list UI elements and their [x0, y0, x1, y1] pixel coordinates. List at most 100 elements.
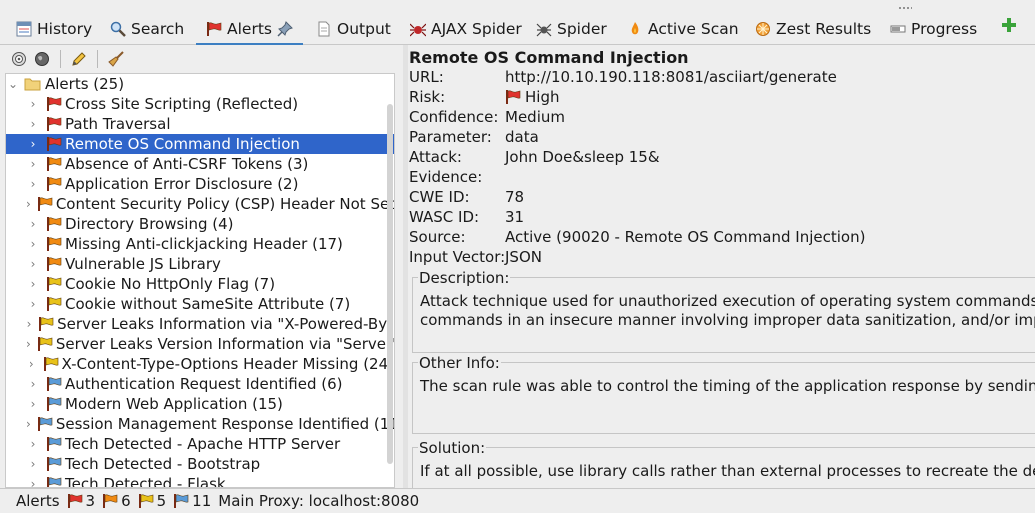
tree-root[interactable]: ⌄ Alerts (25) [6, 74, 394, 94]
detail-field-value: http://10.10.190.118:8081/asciiart/gener… [505, 68, 837, 86]
alert-tree-item[interactable]: › Cookie without SameSite Attribute (7) [6, 294, 394, 314]
tree-scrollbar[interactable] [387, 104, 393, 464]
chevron-right-icon[interactable]: › [26, 177, 40, 191]
spider-icon [536, 21, 552, 37]
tab-history[interactable]: History [16, 18, 92, 40]
detail-field: Evidence: [409, 167, 505, 187]
pin-icon[interactable] [277, 21, 293, 37]
medium-risk-flag-icon [46, 257, 62, 271]
chevron-right-icon[interactable]: › [26, 337, 31, 351]
alert-tree-item-label: Authentication Request Identified (6) [65, 375, 343, 393]
chevron-down-icon[interactable]: ⌄ [6, 77, 20, 91]
chevron-right-icon[interactable]: › [26, 277, 40, 291]
chevron-right-icon[interactable]: › [26, 477, 40, 487]
chevron-right-icon[interactable]: › [26, 197, 31, 211]
alert-tree-item[interactable]: › Server Leaks Information via "X-Powered… [6, 314, 394, 334]
detail-section-solution: Solution: If at all possible, use library… [412, 439, 1035, 488]
section-text: Attack technique used for unauthorized e… [420, 292, 1035, 329]
alert-tree-item[interactable]: › Modern Web Application (15) [6, 394, 394, 414]
alert-tree-item[interactable]: › Tech Detected - Bootstrap [6, 454, 394, 474]
output-icon [316, 21, 332, 37]
alert-tree-item[interactable]: › Tech Detected - Flask [6, 474, 394, 487]
globe-icon[interactable] [33, 50, 51, 68]
medium-risk-flag-icon [46, 177, 62, 191]
detail-field-value-wrap: John Doe&sleep 15& [505, 148, 660, 166]
medium-risk-flag-icon [46, 157, 62, 171]
broom-icon[interactable] [107, 50, 125, 68]
alert-tree-item-label: Missing Anti-clickjacking Header (17) [65, 235, 343, 253]
target-icon[interactable] [10, 50, 28, 68]
alert-tree-item[interactable]: › Tech Detected - Apache HTTP Server [6, 434, 394, 454]
status-count-high: 3 [67, 492, 95, 510]
detail-field-label: Risk: [409, 88, 446, 106]
chevron-right-icon[interactable]: › [26, 97, 40, 111]
tab-ajax-spider[interactable]: AJAX Spider [410, 18, 522, 40]
search-icon [110, 21, 126, 37]
alert-tree-item[interactable]: › Content Security Policy (CSP) Header No… [6, 194, 394, 214]
chevron-right-icon[interactable]: › [26, 237, 40, 251]
detail-field: Parameter: data [409, 127, 539, 147]
alert-tree-item-label: Session Management Response Identified (… [55, 415, 395, 433]
edit-pencil-icon[interactable] [70, 50, 88, 68]
alert-tree-item[interactable]: › Missing Anti-clickjacking Header (17) [6, 234, 394, 254]
tab-zest-results[interactable]: Zest Results [755, 18, 871, 40]
alert-tree-item[interactable]: › Authentication Request Identified (6) [6, 374, 394, 394]
add-tab-icon[interactable] [1001, 17, 1017, 33]
alert-tree-item[interactable]: › Application Error Disclosure (2) [6, 174, 394, 194]
tab-progress[interactable]: Progress [890, 18, 977, 40]
toolbar-separator [60, 50, 61, 68]
chevron-right-icon[interactable]: › [26, 397, 40, 411]
chevron-right-icon[interactable]: › [26, 157, 40, 171]
panel-grip-icon[interactable] [898, 6, 912, 10]
chevron-right-icon[interactable]: › [26, 117, 40, 131]
alert-tree-item-label: X-Content-Type-Options Header Missing (2… [61, 355, 394, 373]
detail-field-value-wrap: 31 [505, 208, 524, 226]
alert-tree-item[interactable]: › Absence of Anti-CSRF Tokens (3) [6, 154, 394, 174]
chevron-right-icon[interactable]: › [26, 317, 32, 331]
chevron-right-icon[interactable]: › [26, 257, 40, 271]
alert-tree-item-label: Application Error Disclosure (2) [65, 175, 299, 193]
high-risk-flag-icon [46, 97, 62, 111]
detail-field-label: Parameter: [409, 128, 492, 146]
detail-field: Confidence: Medium [409, 107, 565, 127]
detail-field-value-wrap: Medium [505, 108, 565, 126]
alert-tree-item[interactable]: › Session Management Response Identified … [6, 414, 394, 434]
folder-icon [24, 77, 41, 91]
alert-tree-item[interactable]: › Directory Browsing (4) [6, 214, 394, 234]
tab-output[interactable]: Output [316, 18, 391, 40]
tab-alerts[interactable]: Alerts [196, 18, 303, 46]
tab-active-scan[interactable]: Active Scan [627, 18, 739, 40]
alert-tree-item[interactable]: › Remote OS Command Injection [6, 134, 394, 154]
alert-tree-item[interactable]: › X-Content-Type-Options Header Missing (… [6, 354, 394, 374]
section-title: Solution: [418, 439, 487, 457]
chevron-right-icon[interactable]: › [26, 377, 40, 391]
ajax-spider-icon [410, 21, 426, 37]
status-bar: Alerts 3 6 5 11 Main Proxy: localhost:8080 [0, 488, 1035, 513]
chevron-right-icon[interactable]: › [26, 417, 31, 431]
chevron-right-icon[interactable]: › [26, 437, 40, 451]
detail-field-value-wrap: Active (90020 - Remote OS Command Inject… [505, 228, 865, 246]
low-risk-flag-icon [37, 337, 53, 351]
chevron-right-icon[interactable]: › [26, 457, 40, 471]
high-risk-flag-icon [67, 494, 83, 508]
alert-tree-item[interactable]: › Cross Site Scripting (Reflected) [6, 94, 394, 114]
tab-search[interactable]: Search [110, 18, 184, 40]
alert-tree-item[interactable]: › Vulnerable JS Library [6, 254, 394, 274]
chevron-right-icon[interactable]: › [26, 217, 40, 231]
alert-tree-item[interactable]: › Cookie No HttpOnly Flag (7) [6, 274, 394, 294]
chevron-right-icon[interactable]: › [26, 357, 37, 371]
detail-field: Input Vector: JSON [409, 247, 542, 267]
chevron-right-icon[interactable]: › [26, 137, 40, 151]
tab-label: Alerts [227, 20, 272, 38]
active-scan-icon [627, 21, 643, 37]
alert-tree-item[interactable]: › Path Traversal [6, 114, 394, 134]
detail-field: Attack: John Doe&sleep 15& [409, 147, 660, 167]
tab-spider[interactable]: Spider [536, 18, 607, 40]
alert-tree-item-label: Server Leaks Information via "X-Powered-… [57, 315, 394, 333]
alert-tree-item[interactable]: › Server Leaks Version Information via "S… [6, 334, 394, 354]
progress-icon [890, 21, 906, 37]
low-risk-flag-icon [46, 297, 62, 311]
alert-tree-item-label: Content Security Policy (CSP) Header Not… [55, 195, 395, 213]
detail-field-value-wrap: JSON [505, 248, 542, 266]
chevron-right-icon[interactable]: › [26, 297, 40, 311]
